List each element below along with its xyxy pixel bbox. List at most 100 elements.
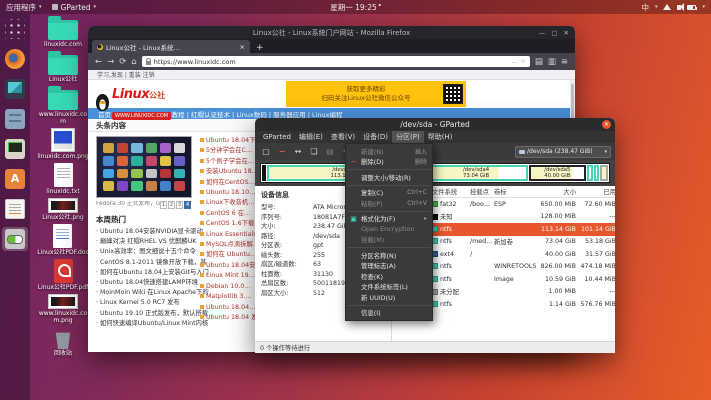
applications-menu[interactable]: 应用程序 ▾ (6, 2, 42, 13)
partition-menu-item[interactable]: 调整大小/移动(R) (346, 172, 432, 183)
sidebar-button[interactable]: ▥ (548, 57, 556, 67)
app-icon-thumb (117, 169, 128, 179)
gparted-menu-item[interactable]: 设备(D) (359, 131, 392, 143)
column-header[interactable]: 已用 (580, 187, 615, 196)
partition-menu-item[interactable]: Open Encryption (346, 224, 432, 235)
featured-screenshot[interactable] (96, 136, 192, 198)
minimize-button[interactable]: — (539, 29, 546, 37)
dock-item-files[interactable] (2, 107, 28, 131)
column-header[interactable]: 文件系统 (432, 187, 470, 196)
dock-item-terminal[interactable] (2, 137, 28, 161)
more-options-icon[interactable]: … (511, 58, 517, 65)
partition-segment-small[interactable] (587, 165, 593, 181)
pagination-item[interactable]: 4 (184, 201, 191, 209)
reload-button[interactable]: ⟳ (119, 57, 126, 67)
desktop-icon[interactable]: Linux公社.png (42, 198, 84, 221)
device-selector[interactable]: /dev/sda (238.47 GiB) ▾ (515, 146, 611, 158)
column-header[interactable]: 卷标 (494, 187, 540, 196)
tab-bar: Linux公社 - Linux系统… × + (88, 39, 575, 53)
partition-menu-item[interactable]: ▣格式化为(F)▸ (346, 214, 432, 225)
bullet-icon (200, 242, 204, 246)
desktop-icon[interactable]: 回收站 (54, 327, 72, 357)
partition-menu-item[interactable]: 新建(N)插入 (346, 146, 432, 157)
menu-button[interactable]: ≡ (561, 57, 568, 67)
dock-item-text-editor[interactable] (2, 197, 28, 221)
partition-segment[interactable]: /dev/sda540.00 GiB (529, 165, 586, 181)
clock-menu[interactable]: 星期一 19:25 (330, 2, 381, 13)
clock-label: 星期一 19:25 (330, 2, 377, 13)
menu-shortcut: 删除 (411, 157, 427, 166)
pagination-item[interactable]: 2 (168, 201, 175, 209)
partition-segment-small[interactable] (600, 165, 608, 181)
gparted-titlebar[interactable]: /dev/sda - GParted × (255, 118, 615, 131)
wechat-promo-banner[interactable]: 获取更多精彩 扫码关注Linux公社微信公众号 (286, 81, 466, 107)
partition-menu-item[interactable]: −删除(D)删除 (346, 157, 432, 168)
forward-button[interactable]: → (107, 57, 114, 67)
desktop-icon[interactable]: Linux公社PDF.doc (37, 224, 89, 256)
app-icon-thumb (131, 143, 142, 153)
partition-menu-item[interactable]: 文件系统标签(L) (346, 282, 432, 293)
home-button[interactable]: ⌂ (131, 57, 136, 67)
gparted-menu-item[interactable]: GParted (259, 131, 295, 143)
gparted-menu-item[interactable]: 分区(P) (392, 131, 424, 143)
paste-button[interactable]: ▤ (323, 145, 337, 158)
dock-item-gparted[interactable] (2, 227, 28, 251)
menu-shortcut: 插入 (411, 147, 427, 156)
partition-menu-item[interactable]: 复制(C)Ctrl+C (346, 188, 432, 199)
current-app-menu[interactable]: GParted ▾ (52, 3, 97, 12)
site-logo[interactable]: Linux公社 WWW.LINUXIDC.COM (96, 83, 171, 121)
penguin-logo-icon (96, 94, 109, 111)
maximize-button[interactable]: ▢ (551, 29, 557, 37)
bookmark-star-icon[interactable]: ☆ (520, 58, 525, 65)
column-header[interactable]: 挂载点 (470, 187, 494, 196)
dock-item-software[interactable] (2, 167, 28, 191)
desktop-icon[interactable]: linuxidc.com (44, 16, 82, 48)
gparted-menu-item[interactable]: 查看(V) (327, 131, 359, 143)
back-button[interactable]: ← (95, 57, 102, 67)
desktop-icon[interactable]: www.linuxidc.com.png (36, 294, 90, 324)
partition-segment[interactable]: /dev/sda473.04 GiB (425, 165, 528, 181)
desktop-icon[interactable]: linuxidc.txt (46, 163, 79, 195)
gparted-menu-item[interactable]: 编辑(E) (295, 131, 327, 143)
partition-menu-item[interactable]: 信息(I) (346, 308, 432, 319)
library-button[interactable]: ▤ (535, 57, 543, 67)
partition-segment-tiny[interactable] (262, 165, 266, 181)
desktop-icon[interactable]: Linux公社PDF.pdf (38, 259, 89, 291)
close-button[interactable]: ✕ (564, 29, 569, 37)
partition-menu-item[interactable]: 粘贴(P)Ctrl+V (346, 198, 432, 209)
input-method-label: 中 (641, 2, 649, 13)
desktop-icon-label: 回收站 (54, 350, 72, 357)
bullet-icon (200, 252, 204, 256)
close-button[interactable]: × (602, 120, 611, 129)
desktop-icon[interactable]: Linux公社 (48, 51, 78, 83)
app-icon-thumb (146, 156, 157, 166)
partition-menu-item[interactable]: 管理标志(A) (346, 261, 432, 272)
firefox-titlebar[interactable]: Linux公社 - Linux系统门户网站 - Mozilla Firefox … (88, 26, 575, 39)
partition-menu-item[interactable]: 分区名称(N) (346, 250, 432, 261)
desktop-icon[interactable]: linuxidc.com.png (37, 128, 88, 160)
carousel-pagination: 1234 (160, 201, 191, 209)
bookmarks-bar[interactable]: 学习,发现 | 重装 注销 (88, 70, 575, 80)
browser-tab[interactable]: Linux公社 - Linux系统… × (92, 40, 250, 53)
dock-item-photos[interactable] (2, 77, 28, 101)
copy-button[interactable]: ❏ (307, 145, 321, 158)
gparted-menu-item[interactable]: 帮助(H) (424, 131, 457, 143)
partition-menu-item[interactable]: 挂载(M) (346, 235, 432, 246)
partition-segment-small[interactable] (594, 165, 599, 181)
new-tab-button[interactable]: + (250, 43, 270, 53)
pagination-item[interactable]: 3 (176, 201, 183, 209)
dock-item-firefox[interactable] (2, 47, 28, 71)
bullet-icon (200, 148, 204, 152)
new-partition-button[interactable]: ▢ (259, 145, 273, 158)
desktop-icon[interactable]: www.linuxidc.com (36, 86, 90, 125)
column-header[interactable]: 大小 (540, 187, 580, 196)
resize-move-button[interactable]: ↔ (291, 145, 305, 158)
system-tray[interactable]: 中 ▾ ▾ (641, 2, 705, 13)
delete-partition-button[interactable]: − (275, 145, 289, 158)
dock-item-show-apps[interactable] (2, 17, 28, 41)
partition-menu-item[interactable]: 检查(K) (346, 271, 432, 282)
partition-menu-item[interactable]: 新 UUID(U) (346, 292, 432, 303)
tab-close-icon[interactable]: × (240, 43, 245, 51)
url-bar[interactable]: https://www.linuxidc.com … ☆ (142, 56, 530, 67)
pagination-item[interactable]: 1 (160, 201, 167, 209)
